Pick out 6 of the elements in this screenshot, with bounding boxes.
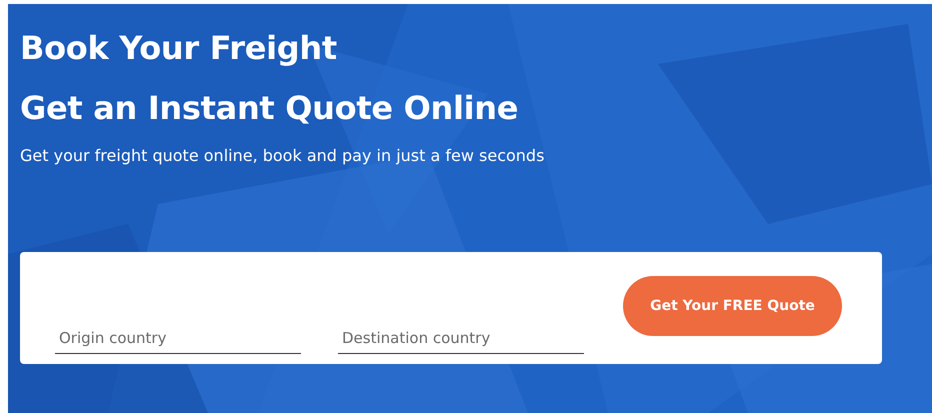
country-field[interactable]: Destination country	[338, 306, 584, 354]
hero-title: Get an Instant Quote Online	[20, 88, 520, 129]
get-quote-button[interactable]: Get Your FREE Quote	[623, 276, 842, 336]
country-field[interactable]: Origin country	[55, 306, 301, 354]
hero-title: Book Your Freight	[20, 28, 338, 69]
hero-subtitle: Get your freight quote online, book and pay in just a few seconds	[20, 146, 546, 165]
